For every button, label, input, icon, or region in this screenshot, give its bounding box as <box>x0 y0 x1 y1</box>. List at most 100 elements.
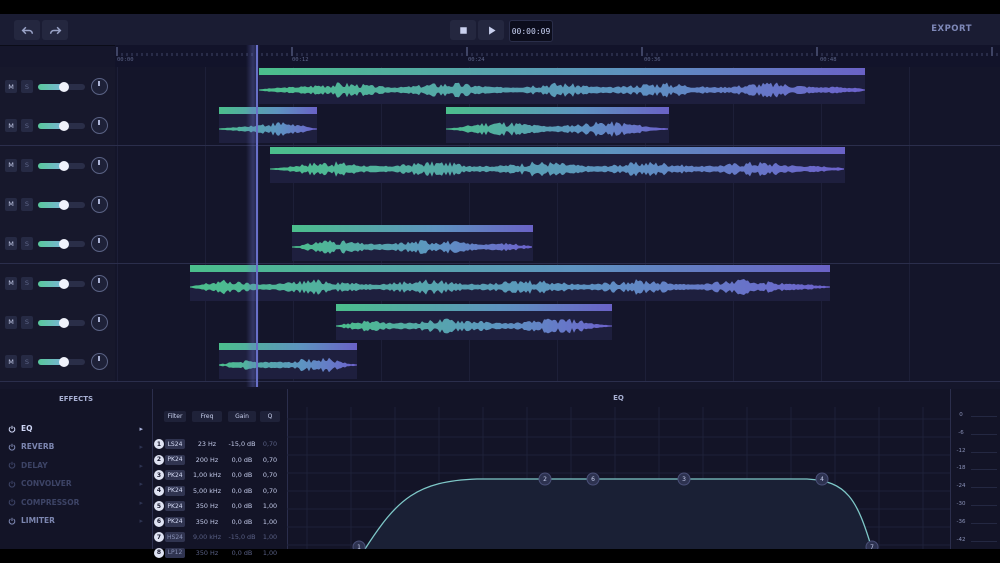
mute-button[interactable]: M <box>5 80 17 93</box>
solo-button[interactable]: S <box>21 119 33 133</box>
volume-slider[interactable] <box>38 278 85 289</box>
audio-clip[interactable] <box>190 264 830 301</box>
solo-button[interactable]: S <box>21 197 33 211</box>
band-gain[interactable]: 0,0 dB <box>226 471 258 479</box>
eq-band-row[interactable]: 2 PK24 200 Hz 0,0 dB 0,70 <box>152 453 287 467</box>
stop-button[interactable] <box>450 20 476 40</box>
eq-band-row[interactable]: 8 LP12 350 Hz 0,0 dB 1,00 <box>152 546 287 560</box>
band-freq[interactable]: 350 Hz <box>190 549 224 557</box>
power-icon[interactable] <box>8 443 16 451</box>
volume-thumb[interactable] <box>58 357 69 368</box>
band-freq[interactable]: 1,00 kHz <box>190 471 224 479</box>
solo-button[interactable]: S <box>21 237 33 251</box>
clip-header[interactable] <box>292 225 533 233</box>
audio-clip[interactable] <box>446 107 669 144</box>
effect-item-compressor[interactable]: COMPRESSOR <box>8 498 79 507</box>
eq-band-row[interactable]: 4 PK24 5,00 kHz 0,0 dB 0,70 <box>152 484 287 498</box>
eq-node[interactable]: 3 <box>677 472 691 486</box>
audio-clip[interactable] <box>336 303 612 340</box>
band-q[interactable]: 1,00 <box>258 549 282 557</box>
volume-thumb[interactable] <box>58 278 69 289</box>
pan-knob[interactable] <box>91 156 108 174</box>
band-q[interactable]: 0,70 <box>258 456 282 464</box>
eq-band-row[interactable]: 1 LS24 23 Hz -15,0 dB 0,70 <box>152 437 287 451</box>
band-gain[interactable]: 0,0 dB <box>226 456 258 464</box>
eq-node[interactable]: 1 <box>352 540 366 549</box>
band-gain[interactable]: 0,0 dB <box>226 518 258 526</box>
pan-knob[interactable] <box>91 353 108 371</box>
band-filter-type[interactable]: PK24 <box>165 470 185 480</box>
band-q[interactable]: 0,70 <box>258 487 282 495</box>
mute-button[interactable]: M <box>5 315 17 329</box>
band-freq[interactable]: 350 Hz <box>190 502 224 510</box>
volume-slider[interactable] <box>38 317 85 328</box>
clip-header[interactable] <box>190 264 830 272</box>
power-icon[interactable] <box>8 480 16 488</box>
band-q[interactable]: 1,00 <box>258 533 282 541</box>
volume-slider[interactable] <box>38 82 85 92</box>
pan-knob[interactable] <box>91 117 108 135</box>
undo-button[interactable] <box>14 20 40 40</box>
pan-knob[interactable] <box>91 195 108 213</box>
band-filter-type[interactable]: PK24 <box>165 516 185 527</box>
band-freq[interactable]: 200 Hz <box>190 456 224 464</box>
pan-knob[interactable] <box>91 78 108 95</box>
mute-button[interactable]: M <box>5 119 17 133</box>
band-filter-type[interactable]: LP12 <box>165 547 185 558</box>
clip-header[interactable] <box>270 146 845 154</box>
clip-header[interactable] <box>219 107 317 115</box>
band-filter-type[interactable]: HS24 <box>165 532 185 542</box>
band-q[interactable]: 1,00 <box>258 502 282 510</box>
eq-node[interactable]: 6 <box>586 472 600 486</box>
power-icon[interactable] <box>8 517 16 525</box>
audio-clip[interactable] <box>270 146 845 183</box>
effect-item-convolver[interactable]: CONVOLVER <box>8 479 72 488</box>
eq-node[interactable]: 4 <box>815 472 829 486</box>
eq-band-row[interactable]: 6 PK24 350 Hz 0,0 dB 1,00 <box>152 515 287 529</box>
solo-button[interactable]: S <box>21 355 33 369</box>
solo-button[interactable]: S <box>21 80 33 93</box>
volume-thumb[interactable] <box>58 82 69 92</box>
effect-item-delay[interactable]: DELAY <box>8 461 48 470</box>
volume-slider[interactable] <box>38 199 85 210</box>
eq-curve-plot[interactable]: 2 6 3 4 1 7 <box>287 389 950 549</box>
mute-button[interactable]: M <box>5 355 17 369</box>
volume-thumb[interactable] <box>58 121 69 132</box>
effect-item-limiter[interactable]: LIMITER <box>8 516 55 525</box>
band-freq[interactable]: 9,00 kHz <box>190 533 224 541</box>
band-q[interactable]: 0,70 <box>258 471 282 479</box>
eq-node[interactable]: 2 <box>538 472 552 486</box>
band-freq[interactable]: 5,00 kHz <box>190 487 224 495</box>
redo-button[interactable] <box>42 20 68 40</box>
export-button[interactable]: EXPORT <box>931 24 972 34</box>
volume-slider[interactable] <box>38 239 85 250</box>
pan-knob[interactable] <box>91 235 108 253</box>
play-button[interactable] <box>478 20 504 40</box>
band-gain[interactable]: 0,0 dB <box>226 487 258 495</box>
band-freq[interactable]: 23 Hz <box>190 440 224 448</box>
eq-band-row[interactable]: 7 HS24 9,00 kHz -15,0 dB 1,00 <box>152 530 287 544</box>
mute-button[interactable]: M <box>5 237 17 251</box>
volume-slider[interactable] <box>38 121 85 132</box>
solo-button[interactable]: S <box>21 276 33 290</box>
mute-button[interactable]: M <box>5 276 17 290</box>
band-filter-type[interactable]: PK24 <box>165 454 185 465</box>
eq-graph[interactable]: EQ 263417 <box>287 389 951 549</box>
band-filter-type[interactable]: LS24 <box>165 439 185 449</box>
audio-clip[interactable] <box>219 107 317 144</box>
band-gain[interactable]: 0,0 dB <box>226 502 258 510</box>
volume-slider[interactable] <box>38 160 85 171</box>
power-icon[interactable] <box>8 461 16 469</box>
pan-knob[interactable] <box>91 313 108 331</box>
eq-band-row[interactable]: 5 PK24 350 Hz 0,0 dB 1,00 <box>152 499 287 513</box>
power-icon[interactable] <box>8 425 16 433</box>
clip-header[interactable] <box>336 303 612 311</box>
band-gain[interactable]: 0,0 dB <box>226 549 258 557</box>
volume-thumb[interactable] <box>58 239 69 250</box>
clip-header[interactable] <box>446 107 669 115</box>
clip-header[interactable] <box>219 343 357 351</box>
band-freq[interactable]: 350 Hz <box>190 518 224 526</box>
audio-clip[interactable] <box>219 343 357 380</box>
audio-clip[interactable] <box>259 68 865 104</box>
eq-node[interactable]: 7 <box>865 540 879 549</box>
